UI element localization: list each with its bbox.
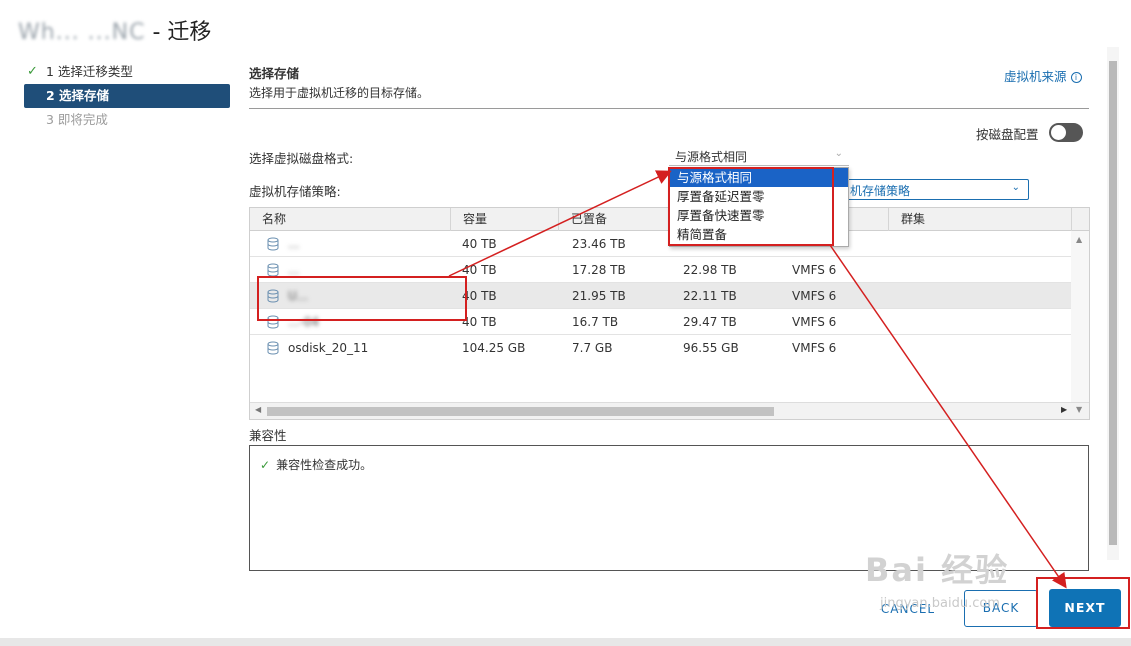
cell-type: VMFS 6 bbox=[792, 315, 837, 329]
column-header-capacity[interactable]: 容量 bbox=[451, 208, 559, 231]
storage-policy-label: 虚拟机存储策略: bbox=[249, 184, 341, 199]
cell-name: U... bbox=[288, 289, 309, 303]
cell-free: 96.55 GB bbox=[683, 341, 739, 355]
option-thick-lazy-zeroed[interactable]: 厚置备延迟置零 bbox=[670, 187, 848, 206]
table-row[interactable]: ... 40 TB 23.46 TB bbox=[250, 231, 1072, 257]
cell-capacity: 40 TB bbox=[462, 315, 497, 329]
cell-type: VMFS 6 bbox=[792, 263, 837, 277]
vm-origin-link[interactable]: 虚拟机来源 i bbox=[1004, 66, 1082, 85]
option-thick-eager-zeroed[interactable]: 厚置备快速置零 bbox=[670, 206, 848, 225]
scroll-up-icon[interactable]: ▲ bbox=[1076, 235, 1082, 244]
cell-capacity: 40 TB bbox=[462, 237, 497, 251]
disk-config-toggle[interactable] bbox=[1049, 123, 1083, 142]
cell-name: osdisk_20_11 bbox=[288, 341, 369, 355]
storage-policy-value: 机存储策略 bbox=[850, 184, 911, 198]
vm-origin-label: 虚拟机来源 bbox=[1004, 69, 1067, 84]
section-divider bbox=[249, 108, 1089, 109]
disk-format-label: 选择虚拟磁盘格式: bbox=[249, 151, 354, 166]
datastore-icon bbox=[267, 237, 279, 251]
compatibility-label: 兼容性 bbox=[249, 428, 287, 443]
watermark-url: jingyan.baidu.com bbox=[880, 596, 1000, 611]
scrollbar-thumb[interactable] bbox=[1109, 61, 1117, 545]
cell-free: 29.47 TB bbox=[683, 315, 737, 329]
table-row[interactable]: ... 40 TB 17.28 TB 22.98 TB VMFS 6 bbox=[250, 257, 1072, 283]
option-same-as-source[interactable]: 与源格式相同 bbox=[670, 168, 848, 187]
cell-free: 22.11 TB bbox=[683, 289, 737, 303]
disk-config-label: 按磁盘配置 bbox=[976, 127, 1039, 142]
step-label: 3 即将完成 bbox=[46, 112, 108, 127]
cell-capacity: 40 TB bbox=[462, 289, 497, 303]
table-vertical-scrollbar[interactable]: ▲ bbox=[1071, 231, 1089, 403]
info-icon: i bbox=[1070, 72, 1082, 83]
compatibility-text: 兼容性检查成功。 bbox=[276, 458, 373, 472]
storage-policy-select[interactable]: 机存储策略 ⌄ bbox=[839, 179, 1029, 200]
table-horizontal-scrollbar[interactable]: ◀ ▶ ▼ bbox=[250, 402, 1089, 419]
section-description: 选择用于虚拟机迁移的目标存储。 bbox=[249, 86, 430, 100]
chevron-down-icon: ⌄ bbox=[834, 148, 843, 159]
column-header-provisioned[interactable]: 已置备 bbox=[559, 208, 669, 231]
section-title: 选择存储 bbox=[249, 66, 300, 81]
cell-provisioned: 21.95 TB bbox=[572, 289, 626, 303]
step-label: 1 选择迁移类型 bbox=[46, 64, 133, 79]
watermark-logo: Bai 经验 bbox=[865, 551, 1010, 589]
column-header-cluster[interactable]: 群集 bbox=[889, 208, 1072, 231]
cell-name: ... bbox=[288, 263, 300, 277]
option-thin-provision[interactable]: 精简置备 bbox=[670, 225, 848, 244]
dialog-title: Wh... ...NC - 迁移 bbox=[18, 14, 211, 46]
disk-format-dropdown: 与源格式相同 厚置备延迟置零 厚置备快速置零 精简置备 bbox=[669, 167, 849, 247]
cell-type: VMFS 6 bbox=[792, 341, 837, 355]
cell-free: 22.98 TB bbox=[683, 263, 737, 277]
dialog-title-vm-name: Wh... ...NC bbox=[18, 20, 146, 45]
cell-provisioned: 17.28 TB bbox=[572, 263, 626, 277]
cell-name: ... bbox=[288, 237, 300, 251]
scroll-down-icon[interactable]: ▼ bbox=[1076, 405, 1082, 414]
datastore-icon bbox=[267, 289, 279, 303]
next-button[interactable]: NEXT bbox=[1049, 589, 1121, 627]
cell-capacity: 40 TB bbox=[462, 263, 497, 277]
compatibility-message: ✓ 兼容性检查成功。 bbox=[260, 456, 372, 473]
datastore-icon bbox=[267, 341, 279, 355]
table-row-selected[interactable]: U... 40 TB 21.95 TB 22.11 TB VMFS 6 bbox=[250, 283, 1072, 309]
scroll-right-icon[interactable]: ▶ bbox=[1061, 405, 1067, 414]
cell-provisioned: 7.7 GB bbox=[572, 341, 613, 355]
scroll-left-icon[interactable]: ◀ bbox=[255, 405, 261, 414]
step-ready-to-complete: 3 即将完成 bbox=[24, 108, 230, 132]
cell-provisioned: 23.46 TB bbox=[572, 237, 626, 251]
cell-capacity: 104.25 GB bbox=[462, 341, 526, 355]
disk-format-value: 与源格式相同 bbox=[675, 150, 748, 164]
step-select-migration-type[interactable]: ✓ 1 选择迁移类型 bbox=[24, 60, 230, 84]
cell-provisioned: 16.7 TB bbox=[572, 315, 619, 329]
check-icon: ✓ bbox=[260, 458, 271, 472]
datastore-icon bbox=[267, 315, 279, 329]
chevron-down-icon: ⌄ bbox=[1011, 182, 1020, 193]
bottom-bar bbox=[0, 638, 1131, 646]
step-label: 2 选择存储 bbox=[46, 88, 110, 103]
wizard-steps: ✓ 1 选择迁移类型 2 选择存储 3 即将完成 bbox=[24, 60, 230, 132]
disk-format-select[interactable]: 与源格式相同 ⌄ bbox=[669, 146, 849, 166]
check-icon: ✓ bbox=[27, 64, 38, 79]
table-row[interactable]: osdisk_20_11 104.25 GB 7.7 GB 96.55 GB V… bbox=[250, 335, 1072, 361]
datastore-icon bbox=[267, 263, 279, 277]
cell-type: VMFS 6 bbox=[792, 289, 837, 303]
dialog-title-suffix: - 迁移 bbox=[145, 20, 212, 45]
cell-name: ...-04 bbox=[288, 315, 320, 329]
main-vertical-scrollbar[interactable] bbox=[1107, 47, 1119, 560]
table-row[interactable]: ...-04 40 TB 16.7 TB 29.47 TB VMFS 6 bbox=[250, 309, 1072, 335]
scrollbar-thumb[interactable] bbox=[267, 407, 774, 416]
column-header-name[interactable]: 名称 bbox=[250, 208, 451, 231]
step-select-storage[interactable]: 2 选择存储 bbox=[24, 84, 230, 108]
